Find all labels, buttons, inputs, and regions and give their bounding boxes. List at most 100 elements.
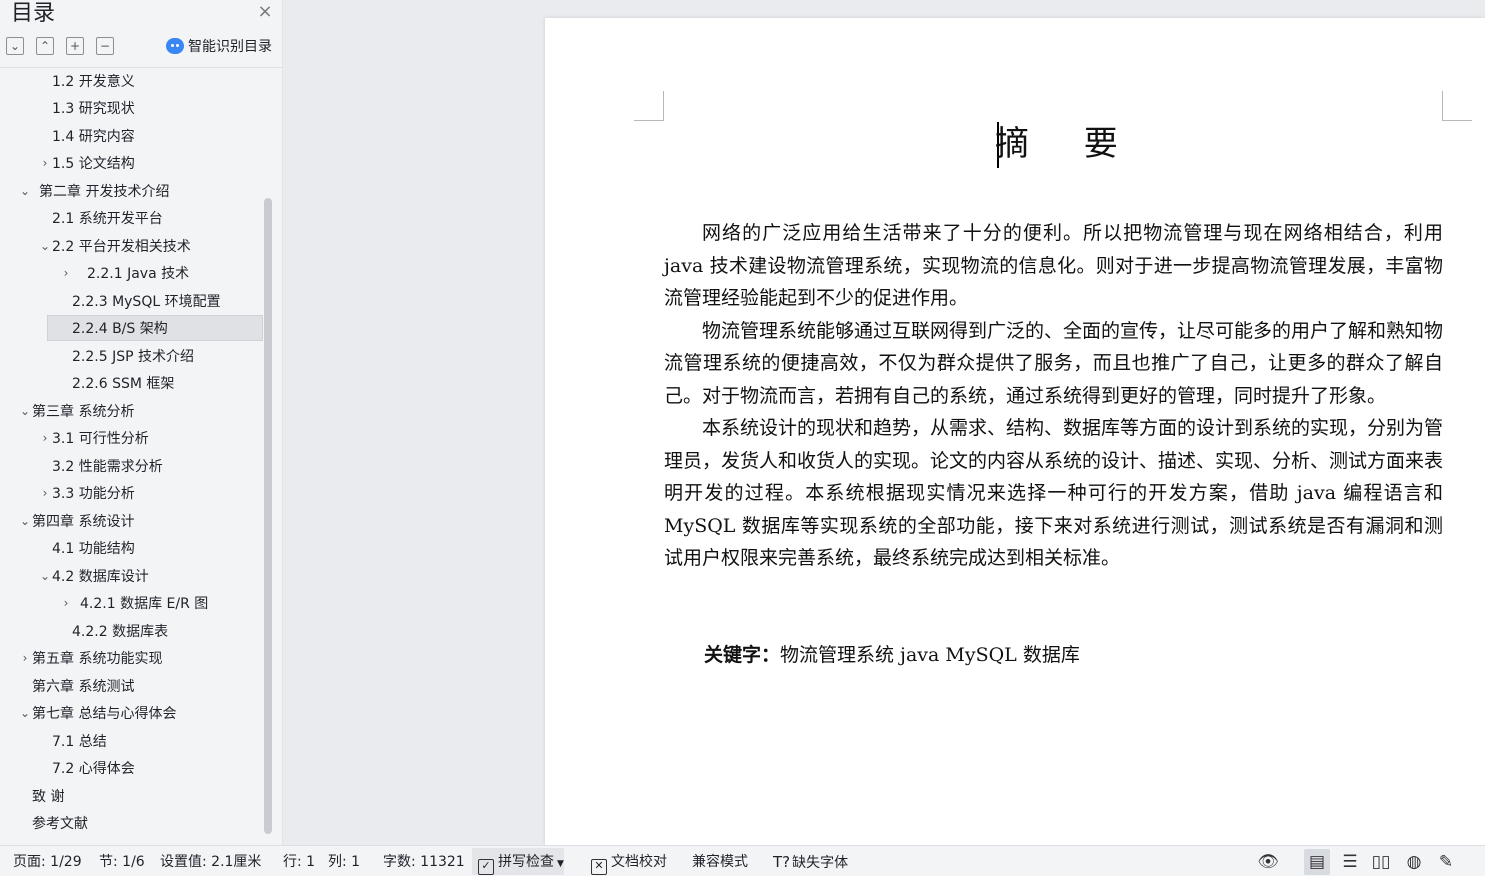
reading-view-icon[interactable]: ▯▯ [1368, 849, 1394, 875]
toc-item[interactable]: 7.1 总结 [0, 728, 262, 754]
chevron-down-icon[interactable]: ⌄ [38, 569, 52, 583]
toc-item-label: 2.2 平台开发相关技术 [52, 239, 191, 255]
document-page[interactable]: 摘 要 网络的广泛应用给生活带来了十分的便利。所以把物流管理与现在网络相结合，利… [545, 18, 1485, 845]
toc-item-label: 致 谢 [32, 789, 65, 805]
close-icon[interactable]: × [256, 3, 274, 21]
dropdown-arrow-icon: ▼ [557, 859, 564, 869]
chevron-down-icon[interactable]: ⌄ [18, 706, 32, 720]
add-heading-button[interactable]: + [66, 37, 84, 55]
page-title: 摘 要 [995, 124, 1140, 164]
spell-check-label: 拼写检查 [498, 854, 554, 870]
toc-item[interactable]: 2.2.6 SSM 框架 [0, 370, 262, 396]
toc-item[interactable]: 2.2.4 B/S 架构 [47, 315, 263, 341]
chevron-down-icon[interactable]: ⌄ [18, 184, 32, 198]
toc-item-label: 4.2.1 数据库 E/R 图 [80, 596, 209, 612]
toc-item[interactable]: 1.4 研究内容 [0, 123, 262, 149]
toc-item[interactable]: ⌄ 4.2 数据库设计 [0, 563, 262, 589]
toc-item[interactable]: 参考文献 [0, 810, 262, 836]
toc-item[interactable]: › 2.2.1 Java 技术 [0, 260, 262, 286]
toc-item-label: 7.1 总结 [52, 734, 107, 750]
toc-item[interactable]: 3.2 性能需求分析 [0, 453, 262, 479]
toc-item-label: 3.1 可行性分析 [52, 431, 149, 447]
toc-item-label: 第四章 系统设计 [32, 514, 135, 530]
toc-item[interactable]: › 1.5 论文结构 [0, 150, 262, 176]
toc-item[interactable]: › 3.1 可行性分析 [0, 425, 262, 451]
toc-item[interactable]: 4.1 功能结构 [0, 535, 262, 561]
page-indicator[interactable]: 页面: 1/29 [13, 852, 82, 872]
paragraph: 网络的广泛应用给生活带来了十分的便利。所以把物流管理与现在网络相结合，利用 ja… [664, 222, 1443, 309]
checkbox-icon: ✓ [478, 859, 494, 875]
toc-item-label: 2.2.3 MySQL 环境配置 [72, 294, 221, 310]
chevron-down-icon[interactable]: ⌄ [18, 404, 32, 418]
chevron-right-icon[interactable]: › [38, 486, 52, 500]
chevron-down-icon[interactable]: ⌄ [18, 514, 32, 528]
chevron-right-icon[interactable]: › [38, 156, 52, 170]
toc-item[interactable]: › 第五章 系统功能实现 [0, 645, 262, 671]
toc-sidebar: 目录 × ⌄ ⌃ + − 智能识别目录 1.2 开发意义 1.3 研究现状 1.4 … [0, 0, 283, 845]
toc-item[interactable]: 2.1 系统开发平台 [0, 205, 262, 231]
doc-proof-label: 文档校对 [611, 854, 667, 870]
toc-item[interactable]: 致 谢 [0, 783, 262, 809]
toc-item[interactable]: ⌄ 2.2 平台开发相关技术 [0, 233, 262, 259]
toc-item[interactable]: 1.2 开发意义 [0, 68, 262, 94]
toc-item-label: 2.2.1 Java 技术 [87, 266, 190, 282]
toc-item-label: 1.2 开发意义 [52, 74, 135, 90]
abstract-body: 网络的广泛应用给生活带来了十分的便利。所以把物流管理与现在网络相结合，利用 ja… [664, 217, 1443, 575]
doc-proof-button[interactable]: ✕ 文档校对 [591, 852, 667, 875]
toc-item[interactable]: ⌄ 第二章 开发技术介绍 [0, 178, 262, 204]
collapse-all-button[interactable]: ⌃ [36, 37, 54, 55]
toc-item[interactable]: ⌄ 第三章 系统分析 [0, 398, 262, 424]
smart-toc-button[interactable]: 智能识别目录 [166, 36, 272, 56]
eye-protection-icon[interactable]: 👁 [1255, 849, 1281, 875]
missing-font-label: 缺失字体 [792, 855, 849, 871]
pen-icon[interactable]: ✎ [1433, 849, 1459, 875]
remove-heading-button[interactable]: − [96, 37, 114, 55]
toc-item[interactable]: ⌄ 第七章 总结与心得体会 [0, 700, 262, 726]
chevron-right-icon[interactable]: › [38, 431, 52, 445]
setting-indicator[interactable]: 设置值: 2.1厘米 [160, 852, 261, 872]
toc-item-label: 2.2.5 JSP 技术介绍 [72, 349, 194, 365]
document-area: 摘 要 网络的广泛应用给生活带来了十分的便利。所以把物流管理与现在网络相结合，利… [284, 0, 1485, 845]
toc-item[interactable]: ⌄ 第四章 系统设计 [0, 508, 262, 534]
toc-item[interactable]: › 3.3 功能分析 [0, 480, 262, 506]
outline-view-icon[interactable]: ☰ [1337, 849, 1363, 875]
keywords-line: 关键字：物流管理系统 java MySQL 数据库 [704, 640, 1080, 670]
toc-item-label: 3.3 功能分析 [52, 486, 135, 502]
section-indicator[interactable]: 节: 1/6 [99, 852, 145, 872]
toc-item-label: 3.2 性能需求分析 [52, 459, 163, 475]
spell-check-button[interactable]: ✓ 拼写检查 ▼ [478, 852, 564, 875]
app-window: 目录 × ⌄ ⌃ + − 智能识别目录 1.2 开发意义 1.3 研究现状 1.4 … [0, 0, 1485, 876]
toc-item-label: 2.2.6 SSM 框架 [72, 376, 175, 392]
missing-font-button[interactable]: T? 缺失字体 [773, 852, 848, 873]
sidebar-scrollbar[interactable] [264, 198, 272, 834]
keywords-value: 物流管理系统 java MySQL 数据库 [780, 644, 1080, 666]
toc-item-label: 4.1 功能结构 [52, 541, 135, 557]
toc-item[interactable]: 2.2.5 JSP 技术介绍 [0, 343, 262, 369]
chevron-down-icon[interactable]: ⌄ [38, 239, 52, 253]
toc-item-label: 参考文献 [32, 816, 88, 832]
chevron-right-icon[interactable]: › [59, 596, 73, 610]
web-view-icon[interactable]: ◍ [1401, 849, 1427, 875]
toc-item-label: 第六章 系统测试 [32, 679, 135, 695]
toc-item[interactable]: 7.2 心得体会 [0, 755, 262, 781]
toc-item[interactable]: 4.2.2 数据库表 [0, 618, 262, 644]
font-question-icon: T? [773, 853, 791, 871]
compat-mode-label[interactable]: 兼容模式 [692, 852, 748, 872]
word-count[interactable]: 字数: 11321 [383, 852, 465, 872]
proof-icon: ✕ [591, 859, 607, 875]
toc-item[interactable]: 2.2.3 MySQL 环境配置 [0, 288, 262, 314]
status-bar: 页面: 1/29 节: 1/6 设置值: 2.1厘米 行: 1 列: 1 字数:… [0, 845, 1485, 876]
toc-item-label: 2.1 系统开发平台 [52, 211, 163, 227]
smart-toc-label: 智能识别目录 [188, 39, 272, 55]
toc-item[interactable]: › 4.2.1 数据库 E/R 图 [0, 590, 262, 616]
chevron-right-icon[interactable]: › [59, 266, 73, 280]
toc-item-label: 2.2.4 B/S 架构 [72, 321, 168, 337]
paragraph: 本系统设计的现状和趋势，从需求、结构、数据库等方面的设计到系统的实现，分别为管理… [664, 417, 1444, 569]
toc-item-label: 4.2.2 数据库表 [72, 624, 169, 640]
toc-item[interactable]: 第六章 系统测试 [0, 673, 262, 699]
toc-item-label: 7.2 心得体会 [52, 761, 135, 777]
toc-item[interactable]: 1.3 研究现状 [0, 95, 262, 121]
expand-all-button[interactable]: ⌄ [6, 37, 24, 55]
chevron-right-icon[interactable]: › [18, 651, 32, 665]
page-view-icon[interactable]: ▤ [1304, 849, 1330, 875]
